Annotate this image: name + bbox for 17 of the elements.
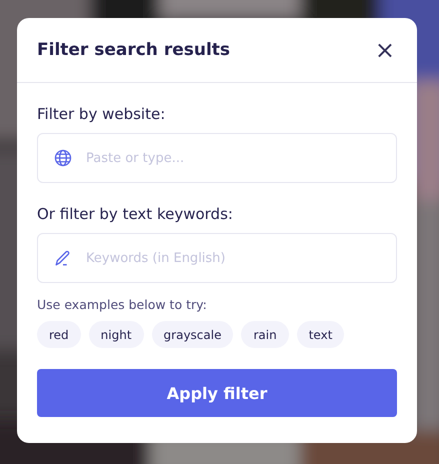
example-tag[interactable]: grayscale — [152, 321, 234, 348]
website-field[interactable]: Paste or type... — [37, 133, 397, 183]
dialog-title: Filter search results — [37, 40, 230, 60]
field-label: Or filter by text keywords: — [37, 205, 234, 223]
apply-filter-button[interactable]: Apply filter — [37, 369, 397, 417]
field-label: Filter by website: — [37, 105, 166, 123]
example-tag[interactable]: night — [88, 321, 144, 348]
website-input[interactable]: Paste or type... — [84, 150, 380, 166]
examples-hint: Use examples below to try: — [37, 297, 208, 312]
example-tag[interactable]: text — [296, 321, 344, 348]
example-tag[interactable]: rain — [241, 321, 289, 348]
close-button[interactable]: × — [372, 38, 397, 62]
pen-icon — [54, 249, 72, 267]
keywords-input[interactable]: Keywords (in English) — [84, 250, 380, 266]
example-tag[interactable]: red — [37, 321, 81, 348]
globe-icon — [54, 149, 72, 167]
keywords-field[interactable]: Keywords (in English) — [37, 233, 397, 283]
